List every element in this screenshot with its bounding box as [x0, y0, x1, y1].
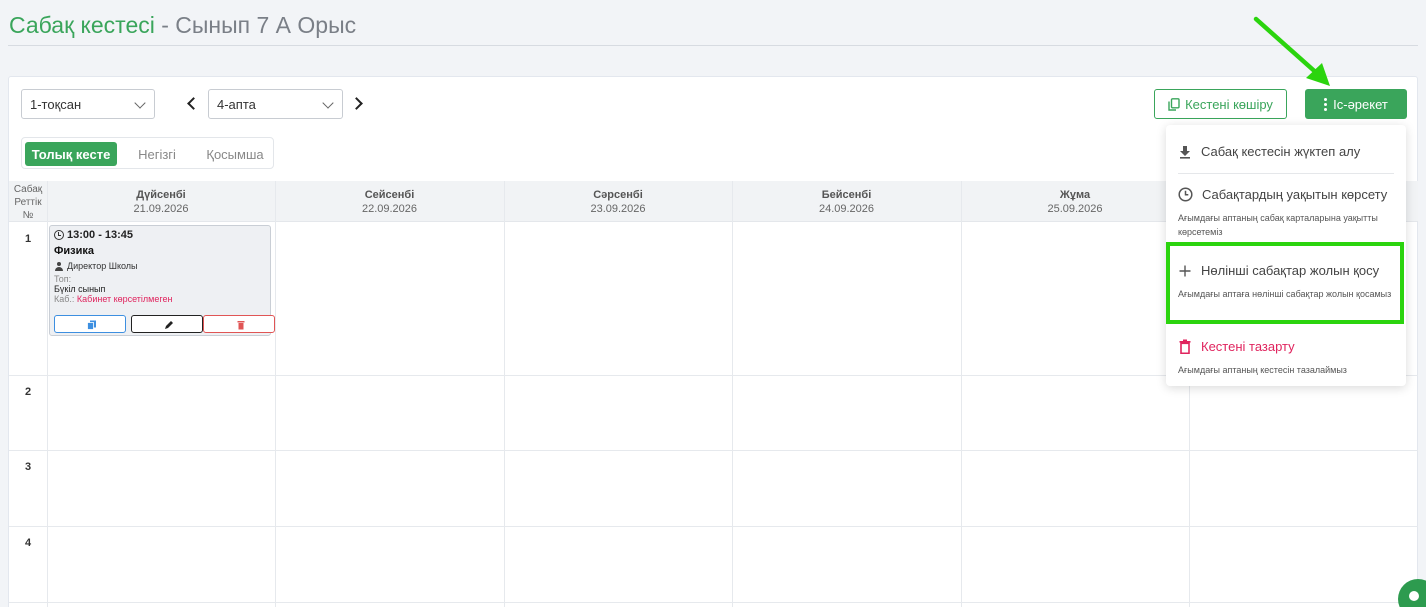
copy-schedule-button[interactable]: Кестені көшіру — [1154, 89, 1287, 119]
row-number: 2 — [24, 386, 32, 398]
page-title-class: - Сынып 7 А Орыс — [154, 12, 357, 38]
menu-item-show-time[interactable]: Сабақтардың уақытын көрсету Ағымдағы апт… — [1178, 187, 1396, 239]
week-select[interactable]: 4-апта — [208, 89, 343, 119]
quarter-select-value: 1-тоқсан — [30, 97, 82, 112]
menu-divider — [1178, 173, 1394, 174]
grid-line — [504, 181, 505, 607]
chevron-down-icon — [322, 97, 334, 109]
delete-lesson-button[interactable] — [203, 315, 275, 333]
copy-icon — [87, 320, 96, 330]
actions-button[interactable]: Іс-әрекет — [1305, 89, 1407, 119]
tab-additional[interactable]: Қосымша — [198, 142, 272, 166]
edit-lesson-button[interactable] — [131, 315, 203, 333]
chat-icon — [1409, 591, 1419, 601]
chevron-right-icon — [350, 97, 363, 110]
menu-item-download[interactable]: Сабақ кестесін жүктеп алу — [1178, 144, 1396, 159]
lesson-room-value: Кабинет көрсетілмеген — [76, 294, 173, 304]
chevron-down-icon — [134, 97, 146, 109]
lesson-room: Каб.: Кабинет көрсетілмеген — [54, 294, 173, 304]
grid-line — [275, 181, 276, 607]
person-icon — [54, 261, 63, 271]
day-header: Сәрсенбі 23.09.2026 — [590, 189, 646, 215]
copy-schedule-label: Кестені көшіру — [1185, 96, 1273, 112]
more-vertical-icon — [1324, 97, 1328, 111]
day-header: Бейсенбі 24.09.2026 — [818, 189, 875, 215]
prev-week-button[interactable] — [184, 94, 202, 114]
page-title-main: Сабақ кестесі — [9, 12, 155, 38]
pencil-icon — [165, 321, 173, 329]
download-icon — [1180, 145, 1190, 159]
row-number: 3 — [24, 461, 32, 473]
annotation-arrow-icon — [1253, 16, 1330, 86]
lesson-time: 13:00 - 13:45 — [54, 229, 266, 241]
row-number: 4 — [24, 537, 32, 549]
next-week-button[interactable] — [350, 94, 368, 114]
schedule-tabs: Толық кесте Негізгі Қосымша — [21, 137, 274, 169]
lesson-group-value: Бүкіл сынып — [54, 284, 106, 294]
grid-line — [961, 181, 962, 607]
highlight-box — [1166, 242, 1404, 324]
row-number: 1 — [24, 233, 32, 245]
quarter-select[interactable]: 1-тоқсан — [21, 89, 155, 119]
day-header: Дүйсенбі 21.09.2026 — [133, 189, 189, 215]
grid-line — [47, 181, 48, 607]
copy-lesson-button[interactable] — [54, 315, 126, 333]
menu-item-desc: Ағымдағы аптаның сабақ карталарына уақыт… — [1178, 213, 1378, 237]
menu-item-desc: Ағымдағы аптаның кестесін тазалаймыз — [1178, 365, 1347, 375]
chevron-left-icon — [187, 97, 200, 110]
title-divider — [8, 45, 1418, 46]
day-header: Жұма 25.09.2026 — [1047, 189, 1103, 215]
clock-icon — [54, 230, 64, 240]
lesson-card[interactable]: 13:00 - 13:45 Физика Директор Школы Топ:… — [49, 225, 275, 336]
clock-icon — [1178, 187, 1193, 202]
grid-line — [9, 450, 1418, 451]
week-select-value: 4-апта — [217, 97, 256, 112]
tab-main[interactable]: Негізгі — [126, 142, 188, 166]
grid-line — [9, 526, 1418, 527]
trash-icon — [237, 321, 245, 330]
grid-line — [9, 602, 1418, 603]
lesson-actions — [54, 315, 275, 333]
lesson-order-header: Сабақ Реттік № — [13, 184, 43, 221]
lesson-group-label: Топ: — [54, 274, 72, 284]
lesson-teacher: Директор Школы — [54, 261, 266, 271]
grid-line — [732, 181, 733, 607]
trash-icon — [1179, 339, 1191, 354]
tab-full-schedule[interactable]: Толық кесте — [25, 142, 117, 166]
copy-icon — [1168, 97, 1180, 111]
day-header: Сейсенбі 22.09.2026 — [361, 189, 418, 215]
actions-label: Іс-әрекет — [1333, 96, 1388, 112]
lesson-subject: Физика — [54, 245, 95, 257]
menu-item-clear-schedule[interactable]: Кестені тазарту Ағымдағы аптаның кестесі… — [1178, 339, 1396, 377]
page-title: Сабақ кестесі - Сынып 7 А Орыс — [9, 12, 356, 39]
